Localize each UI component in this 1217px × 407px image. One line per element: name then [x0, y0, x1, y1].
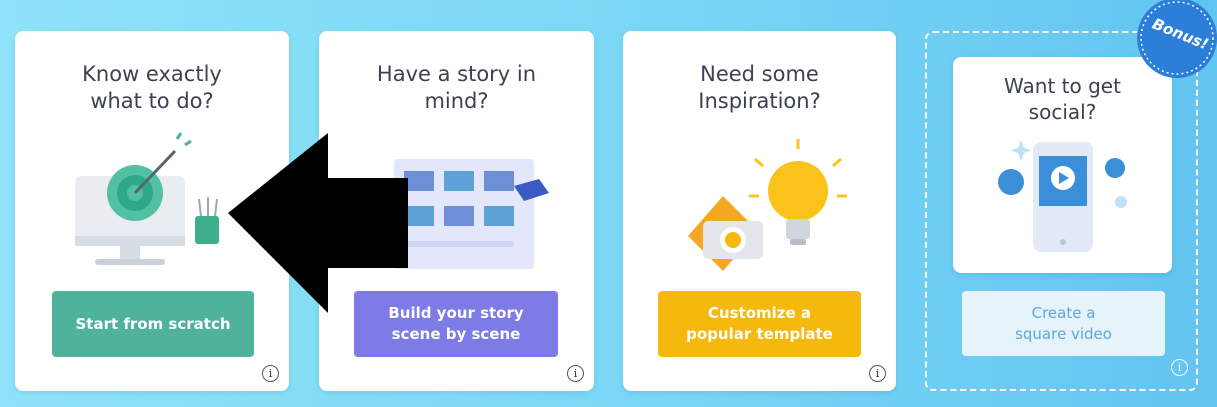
- lightbulb-camera-illustration: [688, 139, 847, 271]
- create-square-video-button[interactable]: Create a square video: [962, 291, 1165, 356]
- card-title: Need some Inspiration?: [698, 62, 821, 113]
- card-social-video: Want to get social? i: [953, 57, 1188, 376]
- info-icon[interactable]: i: [262, 365, 279, 382]
- customize-template-button[interactable]: Customize a popular template: [658, 291, 861, 357]
- info-icon[interactable]: i: [869, 365, 886, 382]
- target-monitor-illustration: [75, 132, 219, 265]
- info-icon[interactable]: i: [1171, 359, 1188, 376]
- start-from-scratch-button[interactable]: Start from scratch: [52, 291, 254, 357]
- card-title: Know exactly what to do?: [82, 62, 222, 113]
- card-title: Have a story in mind?: [376, 62, 537, 113]
- overlay-left-arrow-icon: [228, 133, 408, 313]
- card-customize-template: Need some Inspiration? Customize a popul…: [623, 31, 896, 391]
- bonus-badge: Bonus!: [1133, 0, 1217, 84]
- social-phone-illustration: [998, 140, 1127, 252]
- info-icon[interactable]: i: [567, 365, 584, 382]
